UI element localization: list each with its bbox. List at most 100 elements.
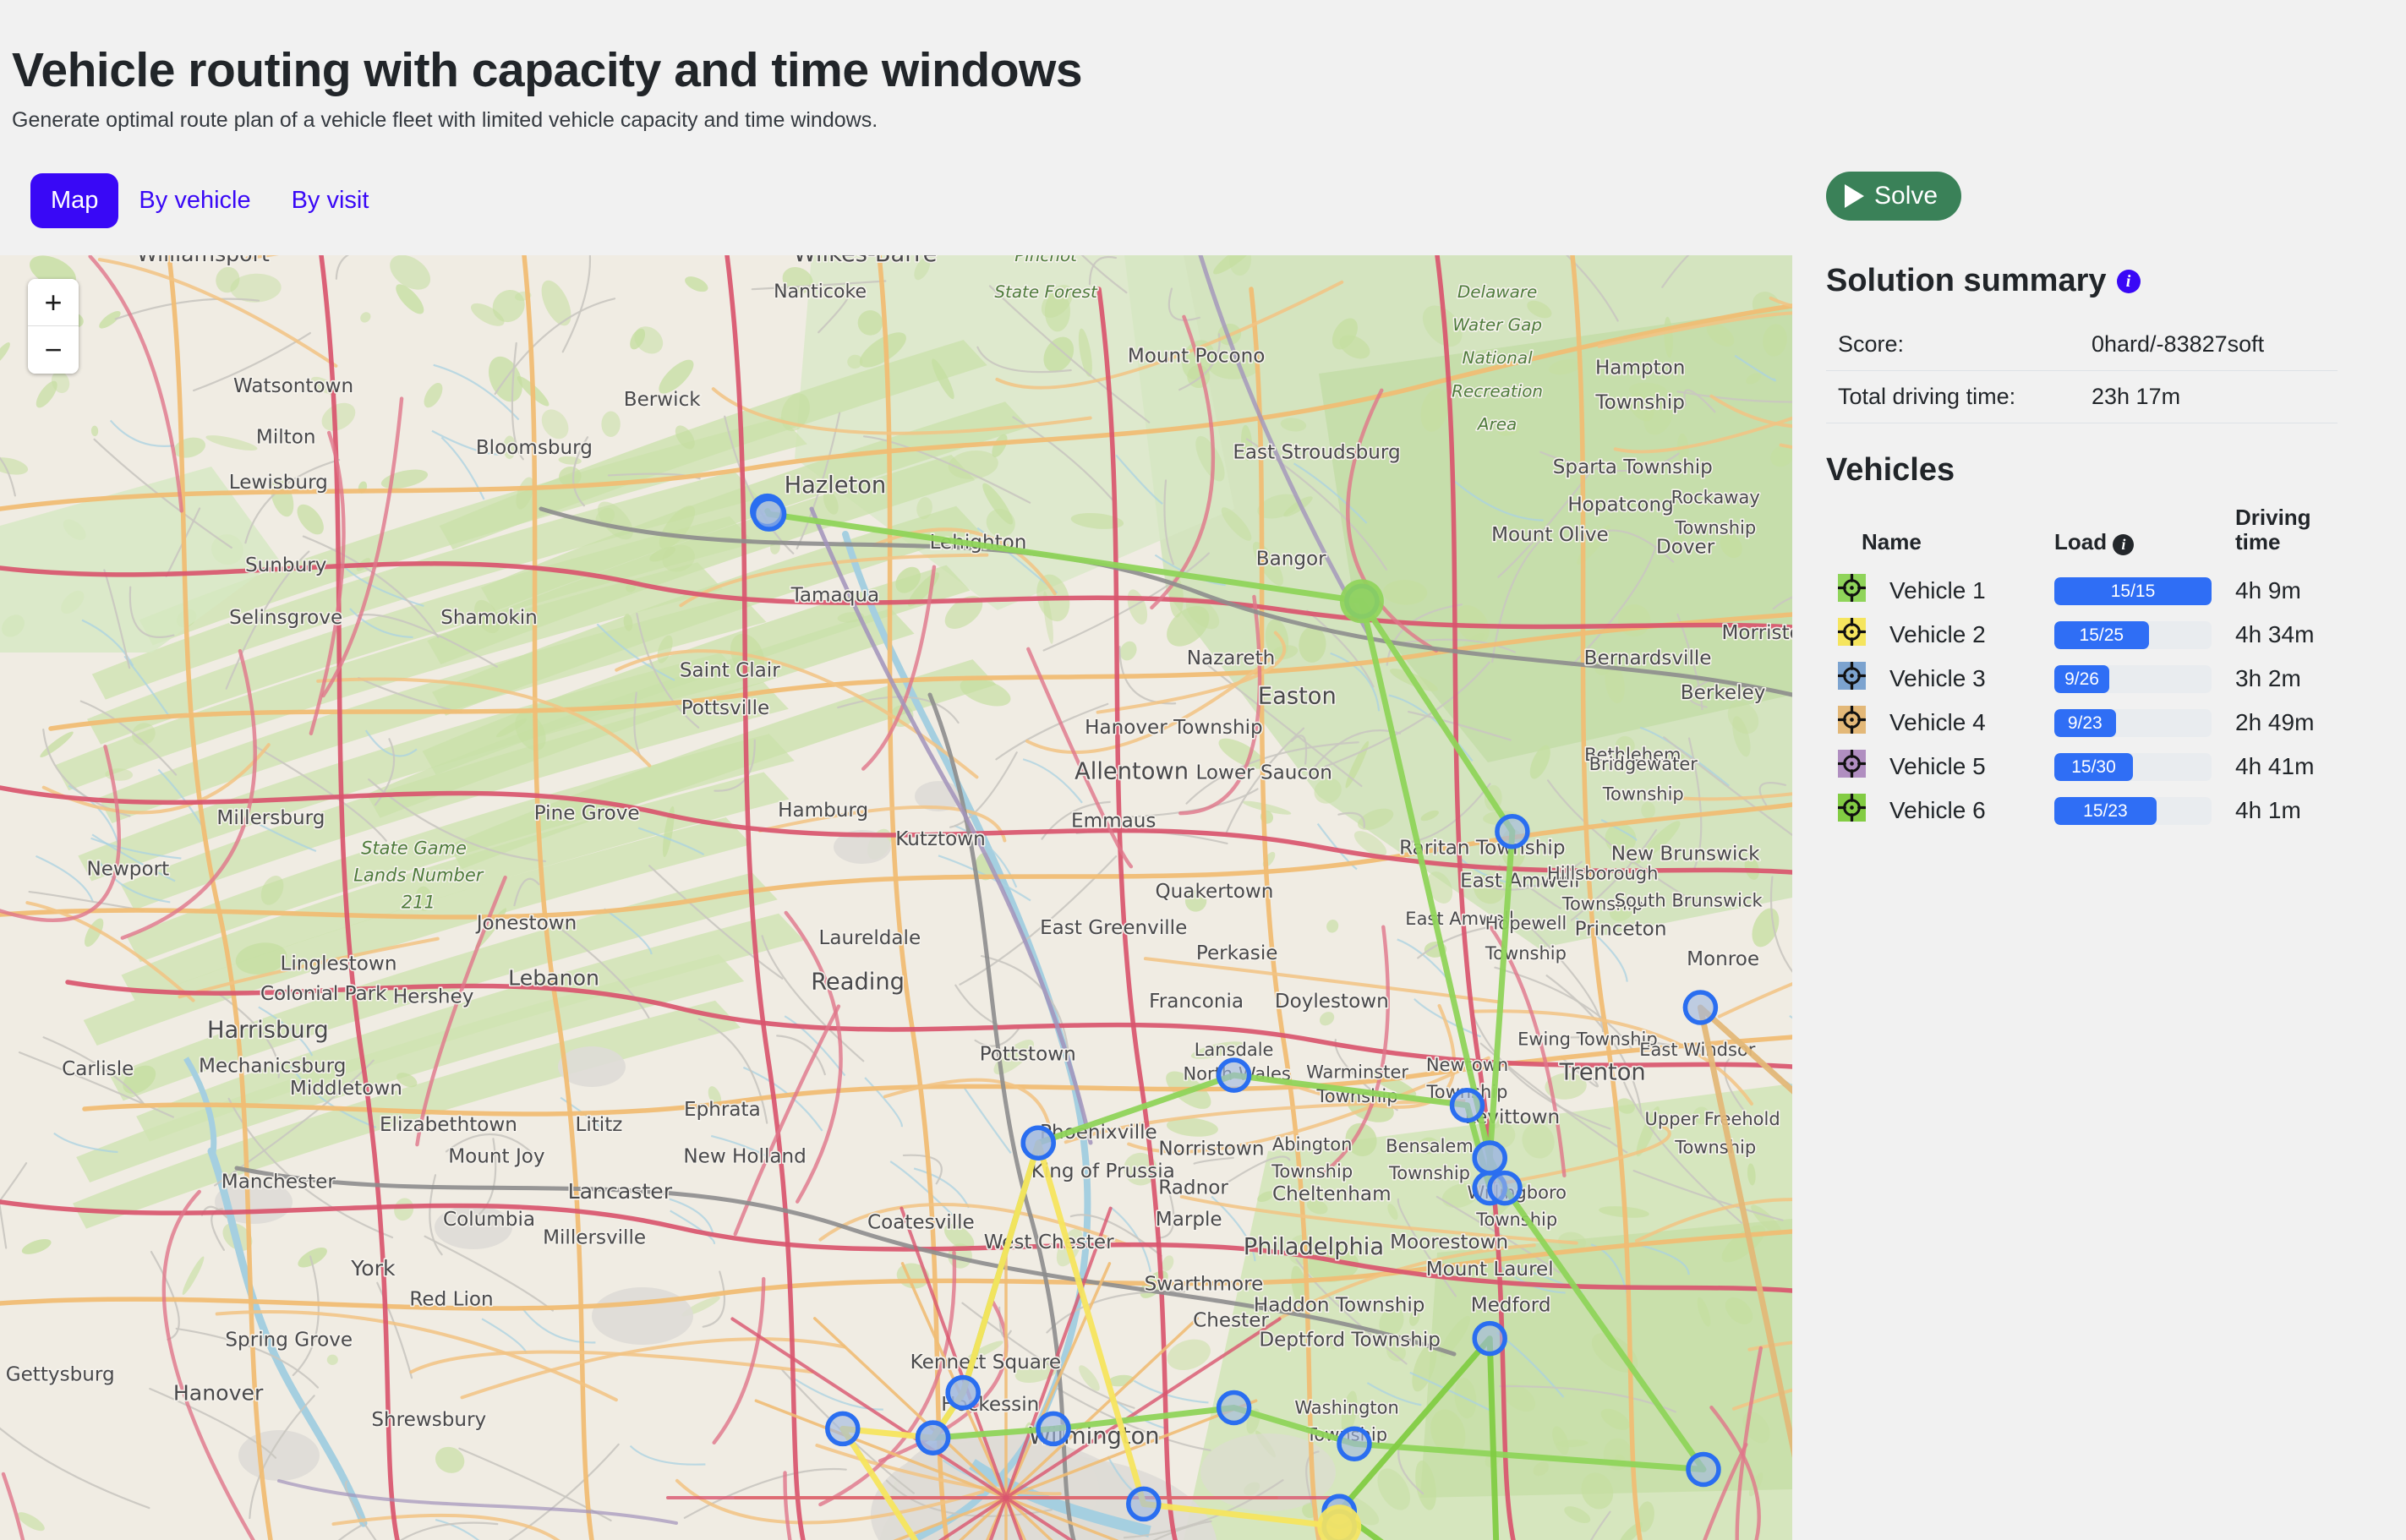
- vehicle-driving-time: 4h 9m: [2235, 577, 2301, 604]
- crosshair-icon: [1838, 794, 1866, 822]
- load-value: 15/15: [2110, 581, 2156, 601]
- map-city-label: Raritan Township: [1399, 837, 1565, 859]
- map-city-label: Wilkes-Barre: [794, 255, 938, 267]
- map-city-label: Nanticoke: [774, 281, 867, 303]
- vehicles-table: Name Load i Driving time Vehicle 1 15/15 4…: [1826, 499, 2367, 833]
- visit-marker[interactable]: [1682, 990, 1719, 1025]
- map-city-label: Bridgewater: [1589, 754, 1698, 774]
- map-city-label: Pine Grove: [534, 803, 640, 825]
- map-city-label: Abington: [1272, 1134, 1353, 1155]
- map-city-label: Moorestown: [1390, 1231, 1508, 1253]
- score-value: 0hard/-83827soft: [2080, 318, 2338, 371]
- vehicle-color-icon-cell: [1826, 789, 1878, 833]
- depot-marker[interactable]: [1339, 579, 1384, 624]
- tab-by-visit[interactable]: By visit: [271, 173, 390, 228]
- crosshair-icon: [1838, 618, 1866, 647]
- visit-marker[interactable]: [915, 1420, 951, 1455]
- visit-marker[interactable]: [1495, 813, 1530, 849]
- map-city-label: Reading: [811, 969, 905, 996]
- map-city-label: New Brunswick: [1611, 844, 1760, 866]
- map-city-label: Bernardsville: [1584, 647, 1712, 669]
- table-row: Vehicle 3 9/26 3h 2m: [1826, 657, 2367, 701]
- map-city-label: Berwick: [624, 389, 702, 411]
- vehicle-name: Vehicle 2: [1889, 621, 1986, 648]
- map-city-label: Carlisle: [62, 1058, 134, 1080]
- vehicle-name: Vehicle 5: [1889, 753, 1986, 780]
- visit-marker[interactable]: [1036, 1411, 1071, 1447]
- map-city-label: Ephrata: [684, 1099, 761, 1121]
- map-city-label: Pottsville: [681, 697, 770, 719]
- visit-marker[interactable]: [1020, 1125, 1056, 1160]
- map-city-label: Jonestown: [475, 912, 577, 934]
- map-city-label: King of Prussia: [1031, 1160, 1175, 1182]
- column-header-load-label: Load: [2054, 529, 2108, 555]
- map-city-label: Monroe: [1687, 948, 1759, 970]
- map-city-label: Newport: [86, 858, 169, 880]
- map-city-label: Pinchot: [1014, 255, 1078, 265]
- visit-marker[interactable]: [825, 1411, 861, 1447]
- map-canvas[interactable]: Williamsport Wilkes-Barre Pinchot State For…: [0, 255, 1792, 1540]
- visit-marker[interactable]: [1126, 1486, 1162, 1522]
- visit-marker[interactable]: [1487, 1170, 1523, 1206]
- load-progress-bar: 15/15: [2054, 576, 2212, 605]
- visit-marker[interactable]: [1337, 1426, 1372, 1461]
- map-city-label: Ewing Township: [1517, 1029, 1658, 1050]
- visit-marker[interactable]: [1216, 1390, 1252, 1426]
- vehicle-load-cell: 15/25: [2042, 613, 2223, 657]
- visit-marker[interactable]: [751, 496, 787, 532]
- visit-marker[interactable]: [1472, 1320, 1507, 1357]
- map-city-label: Lancaster: [568, 1179, 673, 1204]
- vehicle-driving-time: 4h 41m: [2235, 753, 2315, 780]
- total-driving-time-label: Total driving time:: [1826, 370, 2080, 423]
- crosshair-icon: [1838, 662, 1866, 691]
- map-city-label: Bloomsburg: [476, 437, 593, 459]
- visit-marker[interactable]: [1472, 1140, 1507, 1176]
- map-city-label: Rockaway: [1671, 488, 1760, 508]
- load-value: 9/23: [2067, 713, 2103, 733]
- visit-marker[interactable]: [1216, 1057, 1252, 1093]
- map-city-label: Lands Number: [353, 865, 484, 885]
- map-city-label: Lansdale: [1195, 1040, 1274, 1060]
- map-city-label: Doylestown: [1275, 991, 1389, 1013]
- info-icon[interactable]: i: [2113, 534, 2135, 556]
- map-city-label: Mount Pocono: [1128, 345, 1266, 367]
- map-city-label: East Stroudsburg: [1233, 441, 1400, 463]
- map-city-label: Hazleton: [785, 472, 887, 499]
- vehicle-load-cell: 9/23: [2042, 701, 2223, 745]
- vehicle-driving-time: 4h 1m: [2235, 797, 2301, 824]
- map-city-label: Dover: [1656, 536, 1715, 558]
- map-panel[interactable]: Williamsport Wilkes-Barre Pinchot State For…: [0, 255, 1792, 1540]
- map-city-label: Deptford Township: [1259, 1330, 1441, 1352]
- map-city-label: Sparta Township: [1553, 456, 1713, 478]
- visit-marker[interactable]: [945, 1374, 981, 1411]
- map-city-label: Lower Saucon: [1195, 762, 1332, 784]
- zoom-out-button[interactable]: −: [28, 326, 79, 374]
- map-city-label: Washington: [1294, 1398, 1398, 1418]
- tab-by-vehicle[interactable]: By vehicle: [118, 173, 271, 228]
- zoom-in-button[interactable]: +: [28, 279, 79, 326]
- map-city-label: Princeton: [1575, 919, 1667, 941]
- map-city-label: Laureldale: [818, 927, 921, 949]
- map-city-label: Emmaus: [1071, 810, 1156, 832]
- solve-button[interactable]: Solve: [1826, 172, 1962, 221]
- map-city-label: Shamokin: [440, 607, 538, 629]
- view-tabs: Map By vehicle By visit: [30, 173, 389, 228]
- vehicle-name: Vehicle 1: [1889, 577, 1986, 604]
- map-city-label: Pottstown: [980, 1043, 1076, 1065]
- map-city-label: Kennett Square: [910, 1352, 1061, 1373]
- load-progress-bar: 15/30: [2054, 752, 2212, 781]
- tab-map[interactable]: Map: [30, 173, 119, 228]
- table-row: Vehicle 5 15/30 4h 41m: [1826, 745, 2367, 789]
- map-city-label: Township: [1475, 1210, 1557, 1230]
- visit-marker[interactable]: [1686, 1451, 1721, 1488]
- map-city-label: Warminster: [1306, 1062, 1408, 1083]
- visit-marker[interactable]: [1449, 1087, 1485, 1123]
- table-row: Vehicle 2 15/25 4h 34m: [1826, 613, 2367, 657]
- map-city-label: Bensalem: [1386, 1136, 1474, 1156]
- map-city-label: Allentown: [1074, 758, 1189, 784]
- load-value: 15/23: [2083, 800, 2128, 821]
- map-city-label: Nazareth: [1187, 647, 1276, 669]
- map-city-label: Hamburg: [778, 800, 868, 822]
- vehicle-color-icon-cell: [1826, 657, 1878, 701]
- info-icon[interactable]: i: [2116, 269, 2141, 293]
